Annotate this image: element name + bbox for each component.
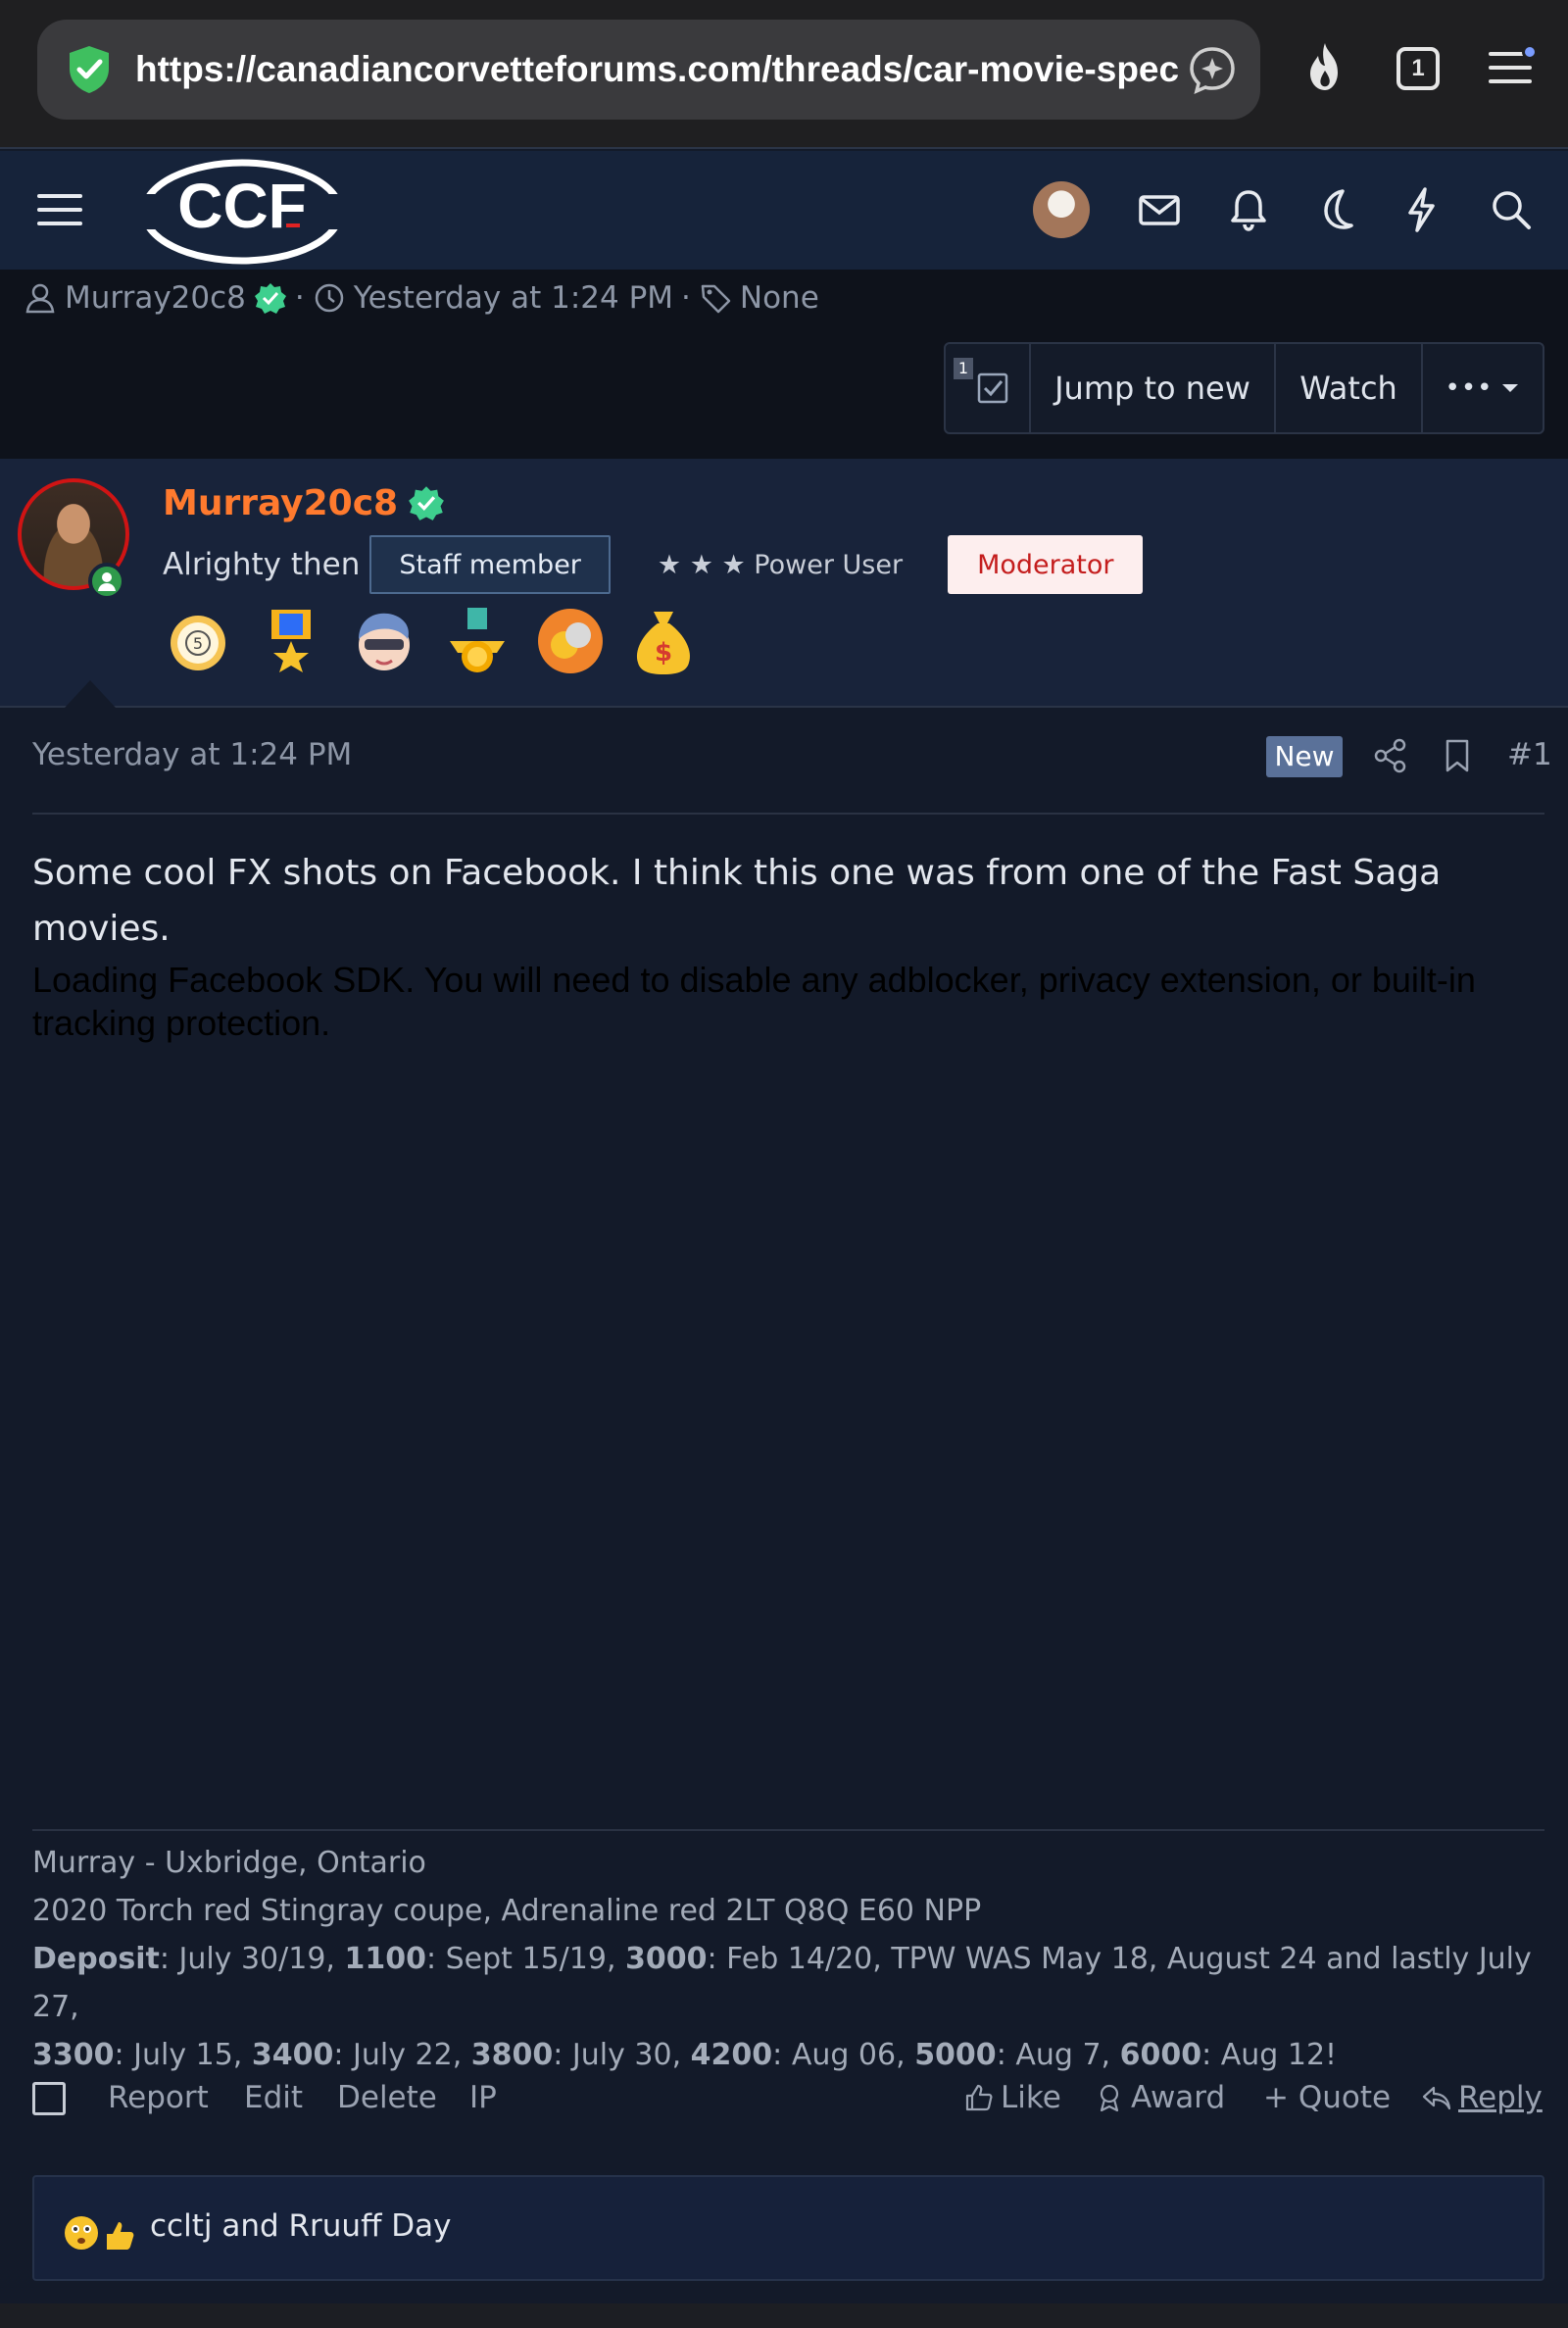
tab-switcher-button[interactable]: 1 bbox=[1396, 47, 1440, 90]
jump-to-new-button[interactable]: Jump to new bbox=[1031, 344, 1276, 432]
post-content: Some cool FX shots on Facebook. I think … bbox=[32, 853, 1442, 949]
facebook-sdk-notice: Loading Facebook SDK. You will need to d… bbox=[32, 960, 1476, 1043]
signature-divider bbox=[32, 1829, 1544, 1831]
thread-action-group: 1 Jump to new Watch ••• bbox=[944, 342, 1544, 434]
browser-toolbar: https://canadiancorvetteforums.com/threa… bbox=[0, 0, 1568, 149]
username-text[interactable]: Murray20c8 bbox=[163, 483, 398, 523]
cool-guy-icon[interactable] bbox=[349, 606, 419, 676]
user-title-row: Alrighty then Staff member ★ ★ ★ Power U… bbox=[163, 535, 1144, 594]
thread-meta-band: Murray20c8 · Yesterday at 1:24 PM · None… bbox=[0, 270, 1568, 459]
meta-separator: · bbox=[294, 280, 305, 316]
watch-button[interactable]: Watch bbox=[1276, 344, 1423, 432]
assistant-icon[interactable] bbox=[1186, 43, 1239, 96]
address-bar[interactable]: https://canadiancorvetteforums.com/threa… bbox=[37, 20, 1260, 120]
ip-link[interactable]: IP bbox=[469, 2080, 497, 2115]
bell-icon[interactable] bbox=[1221, 182, 1276, 237]
award-button[interactable]: Award bbox=[1094, 2080, 1225, 2115]
award-ribbon-icon bbox=[1100, 2084, 1119, 2112]
share-icon[interactable] bbox=[1372, 737, 1409, 774]
five-medal-icon[interactable]: 5 bbox=[163, 606, 233, 676]
post-action-bar: Report Edit Delete IP Like Award + Quote… bbox=[32, 2074, 1544, 2125]
more-options-button[interactable]: ••• bbox=[1423, 344, 1543, 432]
signature-car: 2020 Torch red Stingray coupe, Adrenalin… bbox=[32, 1894, 982, 1928]
report-link[interactable]: Report bbox=[108, 2080, 209, 2115]
reply-label: Reply bbox=[1458, 2080, 1543, 2115]
reaction-icons bbox=[65, 2216, 134, 2250]
person-icon bbox=[98, 572, 116, 591]
user-card-pointer bbox=[65, 680, 116, 708]
verified-badge-icon bbox=[409, 486, 444, 520]
checkbox-checked-icon bbox=[977, 372, 1007, 404]
select-post-checkbox[interactable] bbox=[32, 2082, 66, 2115]
clock-icon bbox=[315, 283, 344, 313]
signature-location: Murray - Uxbridge, Ontario bbox=[32, 1846, 426, 1880]
reply-button[interactable]: Reply bbox=[1421, 2080, 1543, 2115]
caret-down-icon bbox=[1501, 384, 1518, 392]
lightning-icon[interactable] bbox=[1394, 182, 1448, 237]
delete-link[interactable]: Delete bbox=[337, 2080, 437, 2115]
user-title: Alrighty then bbox=[163, 547, 361, 582]
post-header-divider bbox=[32, 813, 1544, 815]
select-thread-button[interactable]: 1 bbox=[946, 344, 1031, 432]
selected-count: 1 bbox=[954, 358, 973, 379]
shield-check-icon[interactable] bbox=[63, 43, 116, 96]
logo-text: CCF bbox=[177, 171, 307, 241]
verified-badge-icon bbox=[254, 283, 286, 314]
thumbs-up-icon bbox=[965, 2084, 993, 2111]
post-user-card: Murray20c8 Alrighty then Staff member ★ … bbox=[0, 459, 1568, 708]
account-avatar[interactable] bbox=[1033, 181, 1090, 238]
reactions-bar[interactable]: ccltj and Rruuff Day bbox=[32, 2175, 1544, 2281]
more-dots: ••• bbox=[1445, 373, 1494, 403]
post-number[interactable]: #1 bbox=[1507, 737, 1552, 772]
thread-date-link[interactable]: Yesterday at 1:24 PM bbox=[354, 280, 673, 316]
online-status-icon bbox=[88, 563, 125, 600]
edit-link[interactable]: Edit bbox=[244, 2080, 303, 2115]
post-timestamp[interactable]: Yesterday at 1:24 PM bbox=[32, 737, 352, 772]
site-logo[interactable]: CCF bbox=[139, 157, 345, 267]
user-rank: ★ ★ ★ Power User bbox=[658, 550, 903, 580]
search-icon[interactable] bbox=[1484, 182, 1539, 237]
award-label: Award bbox=[1131, 2080, 1226, 2115]
envelope-icon[interactable] bbox=[1132, 182, 1187, 237]
url-text[interactable]: https://canadiancorvetteforums.com/threa… bbox=[135, 45, 1203, 94]
thread-author-link[interactable]: Murray20c8 bbox=[65, 280, 246, 316]
notification-dot bbox=[1522, 44, 1538, 60]
money-bag-icon[interactable]: $ bbox=[628, 606, 699, 676]
moon-icon[interactable] bbox=[1307, 182, 1362, 237]
hamburger-menu-icon[interactable] bbox=[35, 184, 86, 235]
quote-button[interactable]: + Quote bbox=[1263, 2080, 1391, 2115]
post-username[interactable]: Murray20c8 bbox=[163, 480, 445, 525]
staff-member-badge: Staff member bbox=[369, 535, 611, 594]
tag-icon bbox=[701, 284, 731, 314]
thread-tags: None bbox=[739, 280, 819, 316]
user-signature: Murray - Uxbridge, Ontario 2020 Torch re… bbox=[32, 1839, 1542, 2079]
svg-text:$: $ bbox=[655, 638, 672, 668]
coin-icon[interactable] bbox=[535, 606, 606, 676]
reply-arrow-icon bbox=[1422, 2086, 1451, 2110]
reaction-users[interactable]: ccltj and Rruuff Day bbox=[150, 2208, 452, 2244]
rank-stars: ★ ★ ★ bbox=[657, 549, 746, 580]
moderator-badge: Moderator bbox=[948, 535, 1144, 594]
site-header: CCF bbox=[0, 151, 1568, 270]
gold-medal-icon[interactable] bbox=[442, 606, 513, 676]
meta-separator: · bbox=[681, 280, 691, 316]
flame-icon[interactable] bbox=[1297, 39, 1353, 96]
rank-label: Power User bbox=[754, 549, 904, 580]
user-icon bbox=[25, 283, 55, 314]
like-label: Like bbox=[1001, 2080, 1061, 2115]
bookmark-icon[interactable] bbox=[1439, 737, 1476, 774]
bottom-strip bbox=[0, 2303, 1568, 2328]
thread-meta: Murray20c8 · Yesterday at 1:24 PM · None bbox=[24, 273, 819, 322]
like-button[interactable]: Like bbox=[963, 2080, 1061, 2115]
trophy-row: 5 $ bbox=[163, 606, 699, 680]
star-ribbon-icon[interactable] bbox=[256, 606, 326, 676]
new-badge: New bbox=[1266, 736, 1343, 777]
signature-milestones: Deposit: July 30/19, 1100: Sept 15/19, 3… bbox=[32, 1942, 1532, 2072]
svg-text:5: 5 bbox=[193, 634, 203, 653]
